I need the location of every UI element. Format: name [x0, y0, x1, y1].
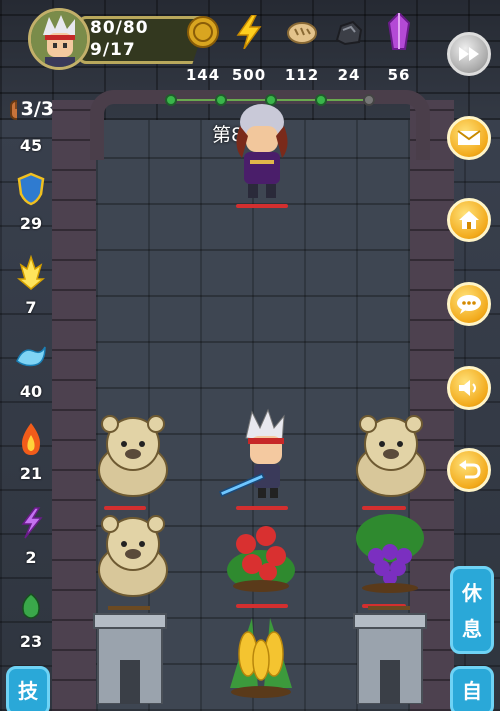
attack-value: 3/3 [20, 98, 54, 120]
fast-forward-button[interactable] [447, 32, 491, 76]
grape-plant[interactable] [352, 508, 428, 598]
water-wave-icon [8, 336, 54, 378]
auto-label: 自 [462, 679, 482, 703]
stat-lightning: 21 [8, 418, 54, 483]
tomato-bush-icon [227, 526, 295, 592]
wave-dot [215, 94, 227, 106]
resource-energy: 500 [224, 12, 274, 84]
hero-portrait-icon [31, 11, 87, 67]
back-icon [459, 460, 481, 479]
fire-flame-icon [8, 418, 54, 460]
ore-value: 24 [337, 66, 361, 84]
rest-label-2: 息 [462, 617, 482, 641]
tomato-plant[interactable] [224, 510, 298, 598]
mail-button[interactable] [447, 116, 491, 160]
hero-avatar[interactable] [28, 8, 90, 70]
stat-extra: 23 [8, 586, 54, 651]
resource-gold: 144 [178, 12, 228, 84]
boss-hp-bar [236, 204, 288, 208]
rest-button[interactable]: 休 息 [450, 566, 494, 654]
chat-icon [457, 295, 481, 314]
poison-value: 2 [25, 548, 37, 567]
bear-cub-icon [98, 515, 168, 597]
defense-value: 45 [19, 136, 43, 155]
water-value: 7 [25, 298, 37, 317]
purple-crystal-icon [374, 12, 424, 52]
home-icon [459, 211, 479, 229]
chat-button[interactable] [447, 282, 491, 326]
shield-defense-icon [8, 168, 54, 210]
stat-water: 7 [8, 252, 54, 317]
bear-cub-icon [98, 415, 168, 497]
enemy-boss[interactable] [232, 96, 292, 208]
enemy-bear-3[interactable] [92, 508, 174, 604]
lightning-energy-icon [224, 12, 274, 52]
hp-value: 80/80 [90, 18, 149, 38]
dungeon-stage: 80/80 9/17 144 500 112 24 56 3/3 45 29 7… [0, 0, 500, 711]
poison-green-icon [8, 586, 54, 628]
stat-fire: 40 [8, 336, 54, 401]
floor-progress: 9/17 [90, 40, 136, 60]
auto-button[interactable]: 自 [450, 666, 494, 711]
stone-tower-icon [93, 606, 167, 705]
stat-holy: 29 [8, 168, 54, 233]
extra-value: 23 [19, 632, 43, 651]
skill-button[interactable]: 技 [6, 666, 50, 711]
ore-rock-icon [324, 12, 374, 52]
bear-cub-icon [356, 415, 426, 497]
home-button[interactable] [447, 198, 491, 242]
skill-label: 技 [18, 679, 38, 703]
corn-crop-icon [230, 618, 292, 698]
rest-label-1: 休 [462, 581, 482, 605]
fire-value: 40 [19, 382, 43, 401]
hero-swordsman-icon [218, 408, 285, 498]
sound-button[interactable] [447, 366, 491, 410]
back-button[interactable] [447, 448, 491, 492]
hero-character[interactable] [218, 408, 308, 504]
stat-poison: 2 [8, 502, 54, 567]
stat-defense: 45 [8, 132, 54, 155]
bread-food-icon [277, 12, 327, 52]
grape-bush-icon [356, 514, 424, 593]
corn-plant[interactable] [222, 608, 300, 706]
boss-sprite-icon [236, 104, 288, 198]
stat-attack: 3/3 [8, 88, 54, 130]
mail-icon [457, 130, 481, 145]
sound-icon [459, 380, 476, 396]
resource-crystal: 56 [374, 12, 424, 84]
food-value: 112 [284, 66, 320, 84]
crystal-value: 56 [387, 66, 411, 84]
fist-attack-icon: 3/3 [8, 88, 54, 130]
stone-tower-icon [353, 606, 427, 705]
lightning-purple-icon [8, 502, 54, 544]
lightning-value: 21 [19, 464, 43, 483]
tower-left[interactable] [88, 604, 172, 708]
light-holy-icon [8, 252, 54, 294]
wave-dot [165, 94, 177, 106]
enemy-bear-1[interactable] [92, 408, 174, 504]
enemy-bear-2[interactable] [350, 408, 432, 504]
wave-dot [315, 94, 327, 106]
resource-ore: 24 [324, 12, 374, 84]
gold-value: 144 [185, 66, 221, 84]
energy-value: 500 [231, 66, 267, 84]
resource-food: 112 [277, 12, 327, 84]
fast-forward-icon [459, 47, 479, 61]
wave-dot-pending [363, 94, 375, 106]
top-hud: 80/80 9/17 144 500 112 24 56 [28, 8, 448, 84]
tower-right[interactable] [348, 604, 432, 708]
gold-coin-icon [178, 12, 228, 52]
holy-value: 29 [19, 214, 43, 233]
